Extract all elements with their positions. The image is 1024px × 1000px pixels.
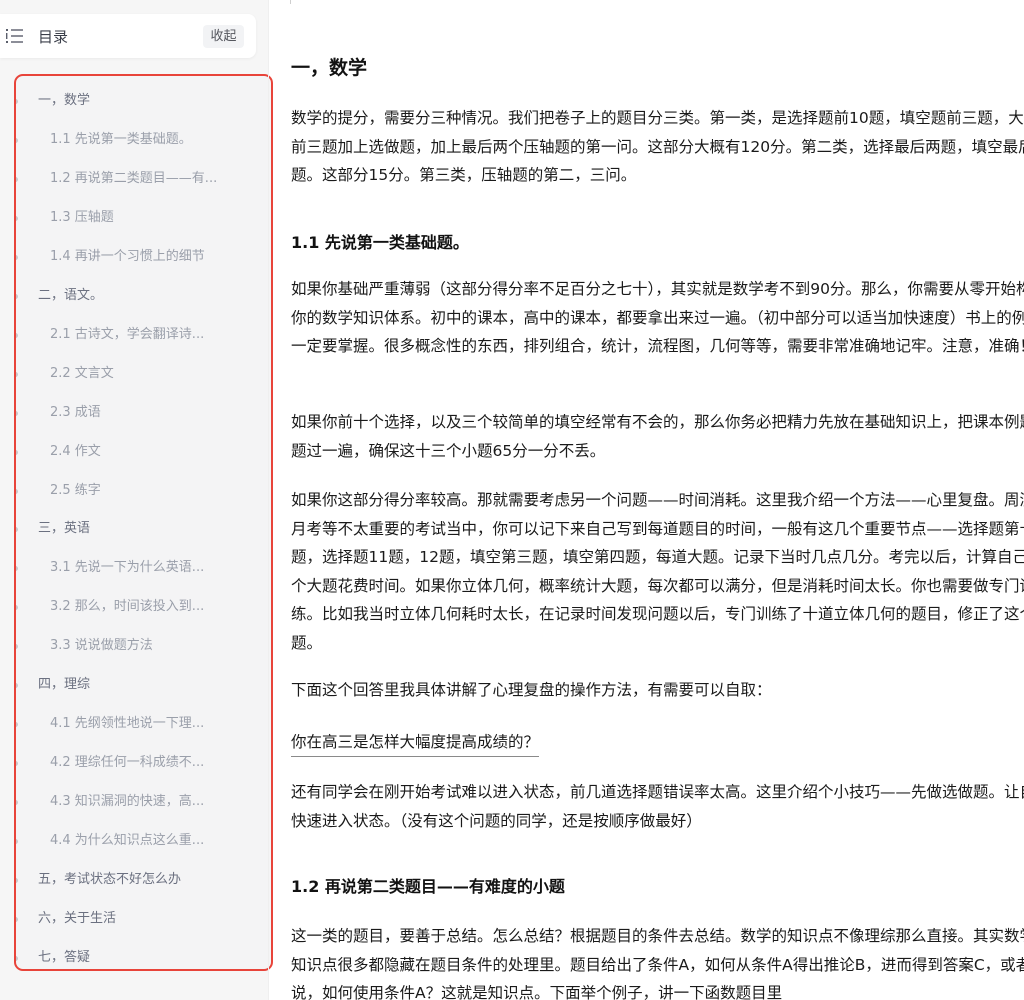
toc-dot [16,527,18,533]
toc-dot [16,137,18,143]
subsection-heading-1-2: 1.2 再说第二类题目——有难度的小题 [291,877,565,896]
toc-dot [16,215,18,221]
toc-item[interactable]: 二，语文。 [38,277,103,315]
toc-list-icon [6,28,24,44]
toc-item[interactable]: 七，答疑 [38,939,90,969]
toc-item[interactable]: 1.2 再说第二类题目——有... [50,160,217,198]
toc-item[interactable]: 4.4 为什么知识点这么重... [50,822,204,860]
toc-item[interactable]: 1.1 先说第一类基础题。 [50,121,192,159]
toc-item[interactable]: 3.2 那么，时间该投入到... [50,588,204,626]
toc-dot [16,176,18,182]
toc-dot [16,644,18,650]
toc-item[interactable]: 2.5 练字 [50,472,101,510]
toc-item[interactable]: 一，数学 [38,82,90,120]
toc-dot [16,839,18,845]
toc-dot [16,371,18,377]
toc-item[interactable]: 2.1 古诗文，学会翻译诗... [50,316,204,354]
toc-title: 目录 [38,28,69,46]
sidebar-divider[interactable] [268,0,269,1000]
paragraph: 如果你这部分得分率较高。那就需要考虑另一个问题——时间消耗。这里我介绍一个方法—… [291,491,1024,652]
toc-dot [16,761,18,767]
toc-dot [16,488,18,494]
toc-dot [16,449,18,455]
toc-dot [16,605,18,611]
toc-item[interactable]: 3.3 说说做题方法 [50,627,153,665]
paragraph: 如果你基础严重薄弱（这部分得分率不足百分之七十），其实就是数学考不到90分。那么… [291,280,1024,355]
toc-item[interactable]: 五，考试状态不好怎么办 [38,861,181,899]
toc-dot [16,99,18,104]
toc-dot [16,722,18,728]
toc-dot [16,566,18,572]
paragraph: 如果你前十个选择，以及三个较简单的填空经常有不会的，那么你务必把精力先放在基础知… [291,413,1024,460]
article-content: 一，数学 数学的提分，需要分三种情况。我们把卷子上的题目分三类。第一类，是选择题… [291,0,1024,1000]
toc-dot [16,254,18,260]
paragraph: 数学的提分，需要分三种情况。我们把卷子上的题目分三类。第一类，是选择题前10题，… [291,109,1024,184]
toc-item[interactable]: 2.2 文言文 [50,355,114,393]
toc-header: 目录 收起 [0,14,256,58]
toc-dot [16,332,18,338]
toc-dot [16,878,18,883]
paragraph: 还有同学会在刚开始考试难以进入状态，前几道选择题错误率太高。这里介绍个小技巧——… [291,783,1024,830]
section-heading-math: 一，数学 [291,57,368,79]
sidebar: 目录 收起 一，数学 1.1 先说第一类基础题。 1.2 再说第二类题目——有...… [0,0,273,1000]
toc-item[interactable]: 4.1 先纲领性地说一下理... [50,705,204,743]
toc-item[interactable]: 4.3 知识漏洞的快速，高... [50,783,204,821]
toc-item[interactable]: 2.3 成语 [50,394,101,432]
toc-dot [16,800,18,806]
toc-item[interactable]: 六，关于生活 [38,900,116,938]
subsection-heading-1-1: 1.1 先说第一类基础题。 [291,233,469,252]
toc-dot [16,410,18,416]
paragraph: 下面这个回答里我具体讲解了心理复盘的操作方法，有需要可以自取： [291,681,772,699]
toc-item[interactable]: 1.4 再讲一个习惯上的细节 [50,238,205,276]
toc-dot [16,293,18,299]
toc-item[interactable]: 四，理综 [38,666,90,704]
toc-dot [16,955,18,961]
collapse-button[interactable]: 收起 [203,25,244,48]
toc-item[interactable]: 3.1 先说一下为什么英语... [50,549,204,587]
toc-dot [16,916,18,922]
paragraph: 这一类的题目，要善于总结。怎么总结？根据题目的条件去总结。数学的知识点不像理综那… [291,927,1024,1000]
toc-item[interactable]: 2.4 作文 [50,433,101,471]
toc-item[interactable]: 4.2 理综任何一科成绩不... [50,744,204,782]
toc-item[interactable]: 1.3 压轴题 [50,199,114,237]
toc-dot [16,683,18,689]
answer-link[interactable]: 你在高三是怎样大幅度提高成绩的？ [291,728,540,757]
toc-item[interactable]: 三，英语 [38,510,90,548]
toc-list: 一，数学 1.1 先说第一类基础题。 1.2 再说第二类题目——有... 1.3 压轴… [14,74,273,971]
